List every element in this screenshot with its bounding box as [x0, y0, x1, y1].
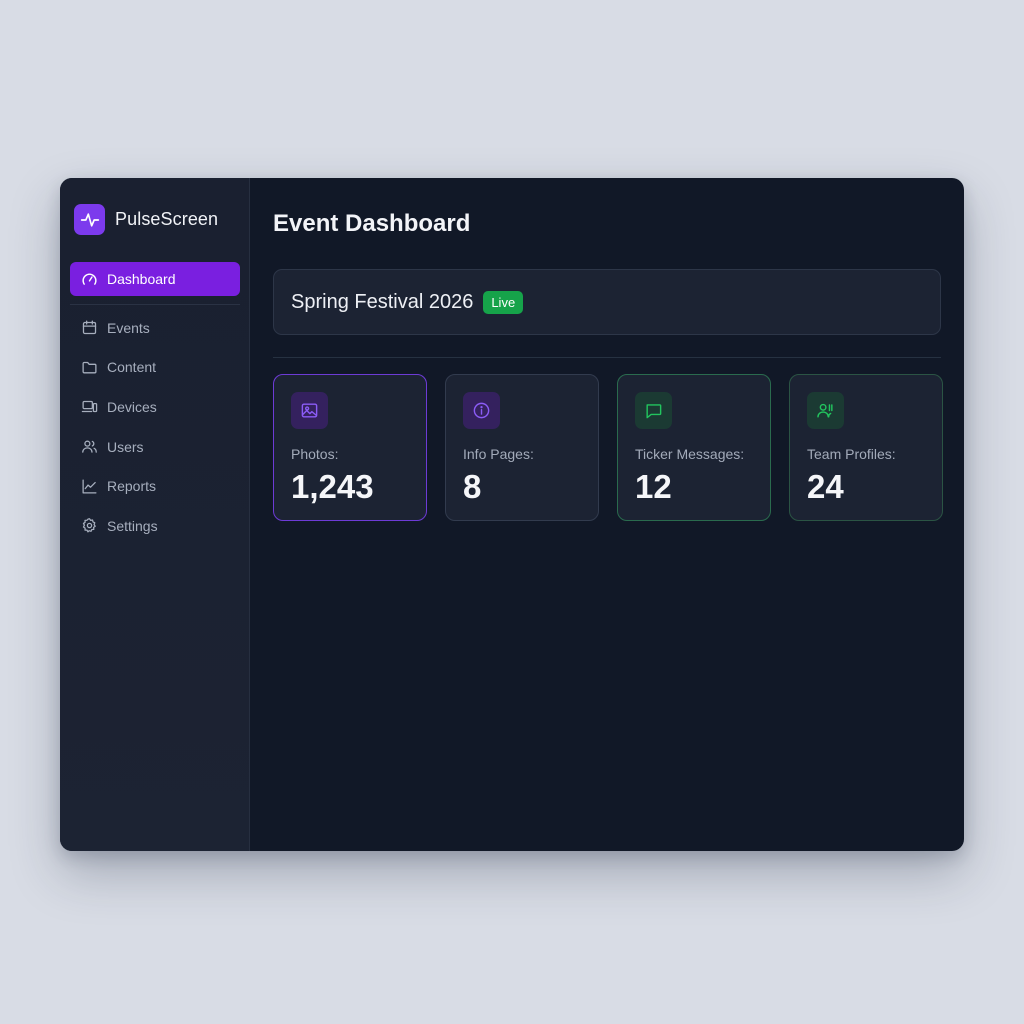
folder-icon: [82, 361, 97, 374]
sidebar-item-users[interactable]: Users: [70, 427, 240, 467]
sidebar-item-reports[interactable]: Reports: [70, 466, 240, 506]
pulse-icon: [74, 204, 105, 235]
message-icon: [635, 392, 672, 429]
sidebar-item-label: Events: [107, 319, 150, 336]
app-window: PulseScreen Dashboard Events Content Dev…: [60, 178, 964, 851]
sidebar-divider: [70, 304, 240, 305]
stat-card-photos[interactable]: Photos: 1,243: [273, 374, 427, 521]
sidebar-item-events[interactable]: Events: [70, 308, 240, 348]
calendar-icon: [82, 320, 97, 335]
main-content: Event Dashboard Spring Festival 2026 Liv…: [250, 178, 964, 851]
gear-icon: [82, 518, 96, 533]
status-badge: Live: [483, 290, 524, 314]
stat-card-info-pages[interactable]: Info Pages: 8: [445, 374, 599, 521]
stat-label: Photos:: [291, 446, 339, 462]
page-title: Event Dashboard: [273, 210, 471, 237]
stat-value: 12: [635, 468, 672, 505]
stat-card-team-profiles[interactable]: Team Profiles: 24: [789, 374, 943, 521]
sidebar-item-label: Devices: [107, 398, 157, 415]
event-name: Spring Festival 2026: [291, 290, 474, 313]
sidebar-item-label: Dashboard: [107, 271, 176, 287]
sidebar-item-label: Reports: [107, 478, 157, 495]
section-divider: [273, 357, 941, 358]
sidebar-item-label: Settings: [107, 517, 158, 534]
sidebar-item-settings[interactable]: Settings: [70, 506, 240, 546]
sidebar-item-content[interactable]: Content: [70, 348, 240, 388]
app-name: PulseScreen: [115, 209, 219, 229]
stat-label: Info Pages:: [463, 446, 534, 462]
event-card[interactable]: Spring Festival 2026 Live: [273, 269, 941, 335]
info-icon: [463, 392, 500, 429]
sidebar: PulseScreen Dashboard Events Content Dev…: [60, 178, 250, 851]
sidebar-item-devices[interactable]: Devices: [70, 387, 240, 427]
stat-value: 1,243: [291, 468, 374, 505]
stats-row: Photos: 1,243 Info Pages: 8 Ticker Messa…: [273, 374, 943, 521]
chart-line-icon: [82, 479, 97, 494]
devices-icon: [81, 401, 98, 413]
sidebar-item-dashboard[interactable]: Dashboard: [70, 262, 240, 296]
image-icon: [291, 392, 328, 429]
sidebar-item-label: Users: [107, 438, 144, 455]
stat-value: 8: [463, 468, 482, 505]
sidebar-item-label: Content: [107, 359, 157, 376]
users-icon: [82, 440, 97, 453]
stat-value: 24: [807, 468, 844, 505]
stat-label: Team Profiles:: [807, 446, 896, 462]
gauge-icon: [82, 273, 97, 285]
stat-label: Ticker Messages:: [635, 446, 745, 462]
team-icon: [807, 392, 844, 429]
sidebar-nav: Events Content Devices Users Reports Set…: [70, 308, 240, 546]
brand[interactable]: PulseScreen: [74, 204, 218, 235]
stat-card-ticker-messages[interactable]: Ticker Messages: 12: [617, 374, 771, 521]
